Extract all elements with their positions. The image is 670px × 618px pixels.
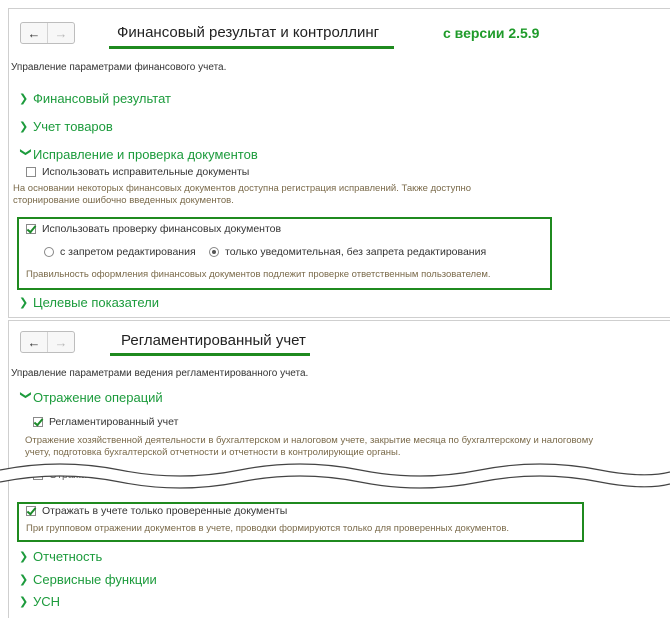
radio-circle[interactable] xyxy=(44,247,54,257)
section-label: Финансовый результат xyxy=(33,91,171,106)
title-underline xyxy=(109,46,394,49)
checkbox-label: Использовать проверку финансовых докумен… xyxy=(42,223,282,235)
chevron-right-icon: ❯ xyxy=(19,596,29,608)
page-title: Финансовый результат и контроллинг xyxy=(117,24,380,41)
radio-notify-only[interactable]: только уведомительная, без запрета редак… xyxy=(209,246,486,258)
forward-arrow-icon[interactable]: → xyxy=(47,332,74,352)
checkbox-label: Регламентированный учет xyxy=(49,416,179,428)
checkbox-box[interactable] xyxy=(26,167,36,177)
radio-with-edit-lock[interactable]: с запретом редактирования xyxy=(44,246,196,258)
checkbox-box[interactable] xyxy=(26,506,36,516)
checkbox-label: Использовать исправительные документы xyxy=(42,166,250,178)
page-title: Регламентированный учет xyxy=(121,332,306,349)
section-label: Сервисные функции xyxy=(33,572,157,587)
section-label: Исправление и проверка документов xyxy=(33,147,258,162)
corrective-docs-hint: На основании некоторых финансовых докуме… xyxy=(13,183,472,206)
title-underline xyxy=(110,353,310,356)
section-label: Отчетность xyxy=(33,549,103,564)
chevron-right-icon: ❯ xyxy=(19,574,29,586)
radio-circle[interactable] xyxy=(209,247,219,257)
section-label: УСН xyxy=(33,594,61,609)
nav-buttons: ← → xyxy=(20,331,75,353)
chevron-right-icon: ❯ xyxy=(19,93,29,105)
chevron-right-icon: ❯ xyxy=(19,297,29,309)
section-target-indicators[interactable]: ❯ Целевые показатели xyxy=(19,295,159,310)
back-arrow-icon[interactable]: ← xyxy=(21,332,47,352)
section-reporting[interactable]: ❯ Отчетность xyxy=(19,549,102,564)
page-description: Управление параметрами финансового учета… xyxy=(11,62,227,73)
financial-result-panel: ← → Финансовый результат и контроллинг с… xyxy=(8,8,670,318)
nav-buttons: ← → xyxy=(20,22,75,44)
regulated-accounting-hint: Отражение хозяйственной деятельности в б… xyxy=(25,435,594,458)
check-docs-checkbox[interactable]: Использовать проверку финансовых докумен… xyxy=(26,223,281,235)
section-goods-accounting[interactable]: ❯ Учет товаров xyxy=(19,119,113,134)
page-description: Управление параметрами ведения регламент… xyxy=(11,368,309,379)
torn-edge-divider xyxy=(0,463,670,489)
forward-arrow-icon[interactable]: → xyxy=(47,23,74,43)
chevron-right-icon: ❯ xyxy=(19,121,29,133)
section-operations-reflection[interactable]: ❯ Отражение операций xyxy=(19,390,163,405)
radio-label: с запретом редактирования xyxy=(60,246,196,258)
section-service-functions[interactable]: ❯ Сервисные функции xyxy=(19,572,157,587)
verified-only-hint: При групповом отражении документов в уче… xyxy=(26,523,510,534)
checkbox-label: Отражать в учете только проверенные доку… xyxy=(42,505,288,517)
back-arrow-icon[interactable]: ← xyxy=(21,23,47,43)
section-financial-result[interactable]: ❯ Финансовый результат xyxy=(19,91,171,106)
verified-only-checkbox[interactable]: Отражать в учете только проверенные доку… xyxy=(26,505,287,517)
chevron-right-icon: ❯ xyxy=(19,551,29,563)
section-label: Отражение операций xyxy=(33,390,163,405)
version-label: с версии 2.5.9 xyxy=(443,25,540,41)
check-docs-hint: Правильность оформления финансовых докум… xyxy=(26,269,491,280)
checkbox-box[interactable] xyxy=(33,417,43,427)
radio-label: только уведомительная, без запрета редак… xyxy=(225,246,487,258)
section-doc-correction[interactable]: ❯ Исправление и проверка документов xyxy=(19,147,258,162)
section-label: Учет товаров xyxy=(33,119,113,134)
checkbox-box[interactable] xyxy=(26,224,36,234)
chevron-down-icon: ❯ xyxy=(19,147,32,157)
section-label: Целевые показатели xyxy=(33,295,160,310)
chevron-down-icon: ❯ xyxy=(19,390,32,400)
corrective-docs-checkbox[interactable]: Использовать исправительные документы xyxy=(26,166,249,178)
regulated-accounting-checkbox[interactable]: Регламентированный учет xyxy=(33,416,178,428)
section-usn[interactable]: ❯ УСН xyxy=(19,594,60,609)
